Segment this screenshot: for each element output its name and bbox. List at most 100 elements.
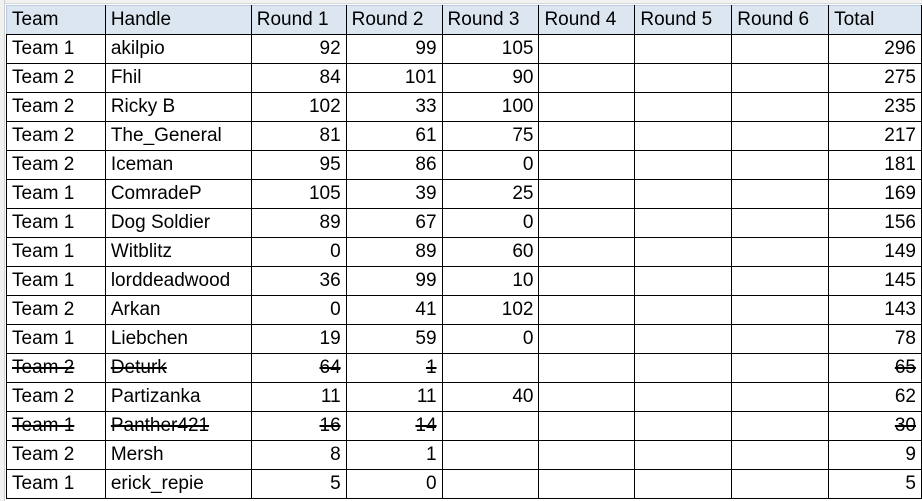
- column-header-round-3[interactable]: Round 3: [441, 5, 540, 35]
- cell-round-4[interactable]: [538, 469, 636, 499]
- cell-handle[interactable]: Partizanka: [104, 382, 252, 412]
- cell-round-4[interactable]: [538, 63, 636, 93]
- cell-round-2[interactable]: 14: [345, 411, 443, 441]
- table-row[interactable]: Team 2 Fhil 84 101 90 275: [6, 63, 922, 93]
- cell-round-5[interactable]: [634, 92, 733, 122]
- cell-round-2[interactable]: 86: [345, 150, 443, 180]
- cell-round-5[interactable]: [634, 208, 733, 238]
- cell-team[interactable]: Team 1: [6, 237, 106, 267]
- cell-round-5[interactable]: [634, 353, 733, 383]
- cell-round-5[interactable]: [634, 324, 733, 354]
- table-row[interactable]: Team 1 Witblitz 0 89 60 149: [6, 237, 922, 267]
- table-row[interactable]: Team 2 Deturk 64 1 65: [6, 353, 922, 383]
- cell-round-6[interactable]: [731, 295, 830, 325]
- cell-round-6[interactable]: [731, 150, 830, 180]
- cell-team[interactable]: Team 1: [6, 208, 106, 238]
- cell-team[interactable]: Team 1: [6, 324, 106, 354]
- cell-total[interactable]: 149: [828, 237, 922, 267]
- cell-round-4[interactable]: [538, 353, 636, 383]
- cell-round-5[interactable]: [634, 469, 733, 499]
- cell-total[interactable]: 156: [828, 208, 922, 238]
- cell-round-5[interactable]: [634, 295, 733, 325]
- cell-total[interactable]: 78: [828, 324, 922, 354]
- cell-team[interactable]: Team 1: [6, 411, 106, 441]
- column-header-round-6[interactable]: Round 6: [731, 5, 830, 35]
- cell-handle[interactable]: Panther421: [104, 411, 252, 441]
- cell-round-3[interactable]: 102: [441, 295, 540, 325]
- table-row[interactable]: Team 1 akilpio 92 99 105 296: [6, 34, 922, 64]
- cell-team[interactable]: Team 2: [6, 150, 106, 180]
- cell-round-6[interactable]: [731, 353, 830, 383]
- cell-round-1[interactable]: 105: [250, 179, 347, 209]
- table-row[interactable]: Team 2 Mersh 8 1 9: [6, 440, 922, 470]
- cell-round-1[interactable]: 84: [250, 63, 347, 93]
- cell-round-4[interactable]: [538, 266, 636, 296]
- cell-round-2[interactable]: 99: [345, 266, 443, 296]
- cell-handle[interactable]: Iceman: [104, 150, 252, 180]
- cell-round-3[interactable]: 0: [441, 150, 540, 180]
- cell-total[interactable]: 143: [828, 295, 922, 325]
- cell-round-4[interactable]: [538, 92, 636, 122]
- cell-round-5[interactable]: [634, 440, 733, 470]
- cell-round-5[interactable]: [634, 34, 733, 64]
- cell-round-3[interactable]: 90: [441, 63, 540, 93]
- cell-handle[interactable]: ComradeP: [104, 179, 252, 209]
- cell-round-4[interactable]: [538, 150, 636, 180]
- cell-round-2[interactable]: 11: [345, 382, 443, 412]
- cell-total[interactable]: 181: [828, 150, 922, 180]
- cell-total[interactable]: 275: [828, 63, 922, 93]
- cell-round-3[interactable]: 25: [441, 179, 540, 209]
- cell-round-4[interactable]: [538, 237, 636, 267]
- cell-handle[interactable]: Mersh: [104, 440, 252, 470]
- cell-round-4[interactable]: [538, 34, 636, 64]
- cell-team[interactable]: Team 2: [6, 63, 106, 93]
- cell-round-3[interactable]: 60: [441, 237, 540, 267]
- cell-round-2[interactable]: 89: [345, 237, 443, 267]
- cell-round-2[interactable]: 1: [345, 353, 443, 383]
- column-header-round-4[interactable]: Round 4: [538, 5, 636, 35]
- table-row[interactable]: Team 2 Ricky B 102 33 100 235: [6, 92, 922, 122]
- cell-round-5[interactable]: [634, 179, 733, 209]
- cell-round-6[interactable]: [731, 469, 830, 499]
- cell-round-4[interactable]: [538, 440, 636, 470]
- table-row[interactable]: Team 1 lorddeadwood 36 99 10 145: [6, 266, 922, 296]
- cell-round-6[interactable]: [731, 208, 830, 238]
- cell-round-6[interactable]: [731, 382, 830, 412]
- cell-round-1[interactable]: 5: [250, 469, 347, 499]
- cell-round-2[interactable]: 67: [345, 208, 443, 238]
- cell-round-5[interactable]: [634, 237, 733, 267]
- cell-round-5[interactable]: [634, 150, 733, 180]
- cell-round-4[interactable]: [538, 295, 636, 325]
- cell-total[interactable]: 65: [828, 353, 922, 383]
- cell-round-1[interactable]: 8: [250, 440, 347, 470]
- cell-round-4[interactable]: [538, 411, 636, 441]
- cell-handle[interactable]: Witblitz: [104, 237, 252, 267]
- cell-handle[interactable]: The_General: [104, 121, 252, 151]
- cell-team[interactable]: Team 2: [6, 382, 106, 412]
- cell-team[interactable]: Team 2: [6, 121, 106, 151]
- cell-handle[interactable]: Dog Soldier: [104, 208, 252, 238]
- column-header-team[interactable]: Team: [6, 5, 106, 35]
- column-header-handle[interactable]: Handle: [104, 5, 252, 35]
- cell-round-6[interactable]: [731, 121, 830, 151]
- table-row[interactable]: Team 2 Arkan 0 41 102 143: [6, 295, 922, 325]
- cell-handle[interactable]: Fhil: [104, 63, 252, 93]
- cell-round-5[interactable]: [634, 266, 733, 296]
- cell-team[interactable]: Team 1: [6, 179, 106, 209]
- cell-handle[interactable]: Liebchen: [104, 324, 252, 354]
- table-row[interactable]: Team 1 Dog Soldier 89 67 0 156: [6, 208, 922, 238]
- column-header-total[interactable]: Total: [828, 5, 922, 35]
- table-row[interactable]: Team 2 The_General 81 61 75 217: [6, 121, 922, 151]
- cell-round-2[interactable]: 61: [345, 121, 443, 151]
- column-header-round-5[interactable]: Round 5: [634, 5, 733, 35]
- cell-round-5[interactable]: [634, 121, 733, 151]
- cell-handle[interactable]: Arkan: [104, 295, 252, 325]
- cell-round-2[interactable]: 39: [345, 179, 443, 209]
- cell-round-3[interactable]: 0: [441, 324, 540, 354]
- cell-round-3[interactable]: 10: [441, 266, 540, 296]
- cell-team[interactable]: Team 2: [6, 92, 106, 122]
- cell-round-2[interactable]: 101: [345, 63, 443, 93]
- cell-round-2[interactable]: 0: [345, 469, 443, 499]
- table-row[interactable]: Team 1 ComradeP 105 39 25 169: [6, 179, 922, 209]
- cell-round-1[interactable]: 0: [250, 237, 347, 267]
